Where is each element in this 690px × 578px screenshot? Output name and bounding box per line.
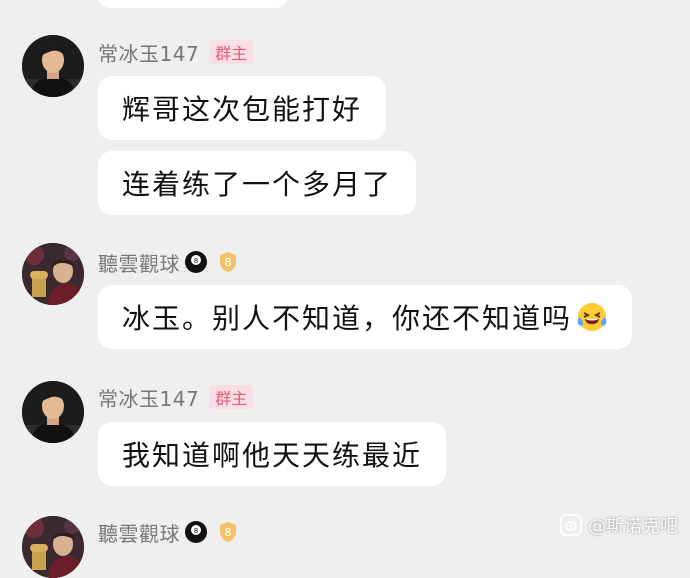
weibo-icon <box>560 514 582 536</box>
owner-badge: 群主 <box>209 40 254 64</box>
sender-name[interactable]: 聽雲觀球 <box>98 248 180 277</box>
avatar-image <box>22 35 84 97</box>
message-text: 辉哥这次包能打好 <box>122 93 363 126</box>
sender-name[interactable]: 聽雲觀球 <box>98 518 180 547</box>
level-badge-text: 8 <box>225 526 232 539</box>
8-ball-icon: 8 <box>185 521 207 543</box>
message-bubble[interactable]: 辉哥这次包能打好 <box>98 76 387 140</box>
sender-name[interactable]: 常冰玉147 <box>98 38 199 67</box>
chat-area: 常冰玉147 群主 辉哥这次包能打好 连着练了一个多月了 聽雲觀球 8 8 冰玉… <box>0 0 690 578</box>
owner-badge: 群主 <box>209 385 254 409</box>
avatar-image <box>22 516 84 578</box>
svg-text:8: 8 <box>194 257 198 265</box>
laughing-crying-emoji-icon <box>577 303 607 331</box>
watermark-text: @斯诺克吧 <box>588 516 678 537</box>
message-text: 连着练了一个多月了 <box>122 168 393 201</box>
message-bubble[interactable]: 冰玉。别人不知道，你还不知道吗 <box>98 285 633 349</box>
svg-text:8: 8 <box>194 527 198 535</box>
message-text: 我知道啊他天天练最近 <box>122 439 423 472</box>
avatar[interactable] <box>22 516 84 578</box>
message-bubble[interactable]: 我知道啊他天天练最近 <box>98 422 447 486</box>
avatar-image <box>22 381 84 443</box>
message-bubble-partial[interactable] <box>98 0 288 8</box>
avatar[interactable] <box>22 381 84 443</box>
level-badge-icon: 8 <box>220 252 236 272</box>
sender-row: 常冰玉147 群主 <box>98 38 254 67</box>
sender-row: 聽雲觀球 8 8 <box>98 248 240 276</box>
8-ball-icon: 8 <box>185 251 207 273</box>
avatar[interactable] <box>22 243 84 305</box>
avatar[interactable] <box>22 35 84 97</box>
avatar-image <box>22 243 84 305</box>
watermark: @斯诺克吧 <box>560 512 678 538</box>
message-bubble[interactable]: 连着练了一个多月了 <box>98 151 417 215</box>
level-badge-text: 8 <box>225 256 232 269</box>
sender-row: 常冰玉147 群主 <box>98 383 254 412</box>
level-badge-icon: 8 <box>220 522 236 542</box>
sender-name[interactable]: 常冰玉147 <box>98 383 199 412</box>
message-text: 冰玉。别人不知道，你还不知道吗 <box>122 302 573 335</box>
